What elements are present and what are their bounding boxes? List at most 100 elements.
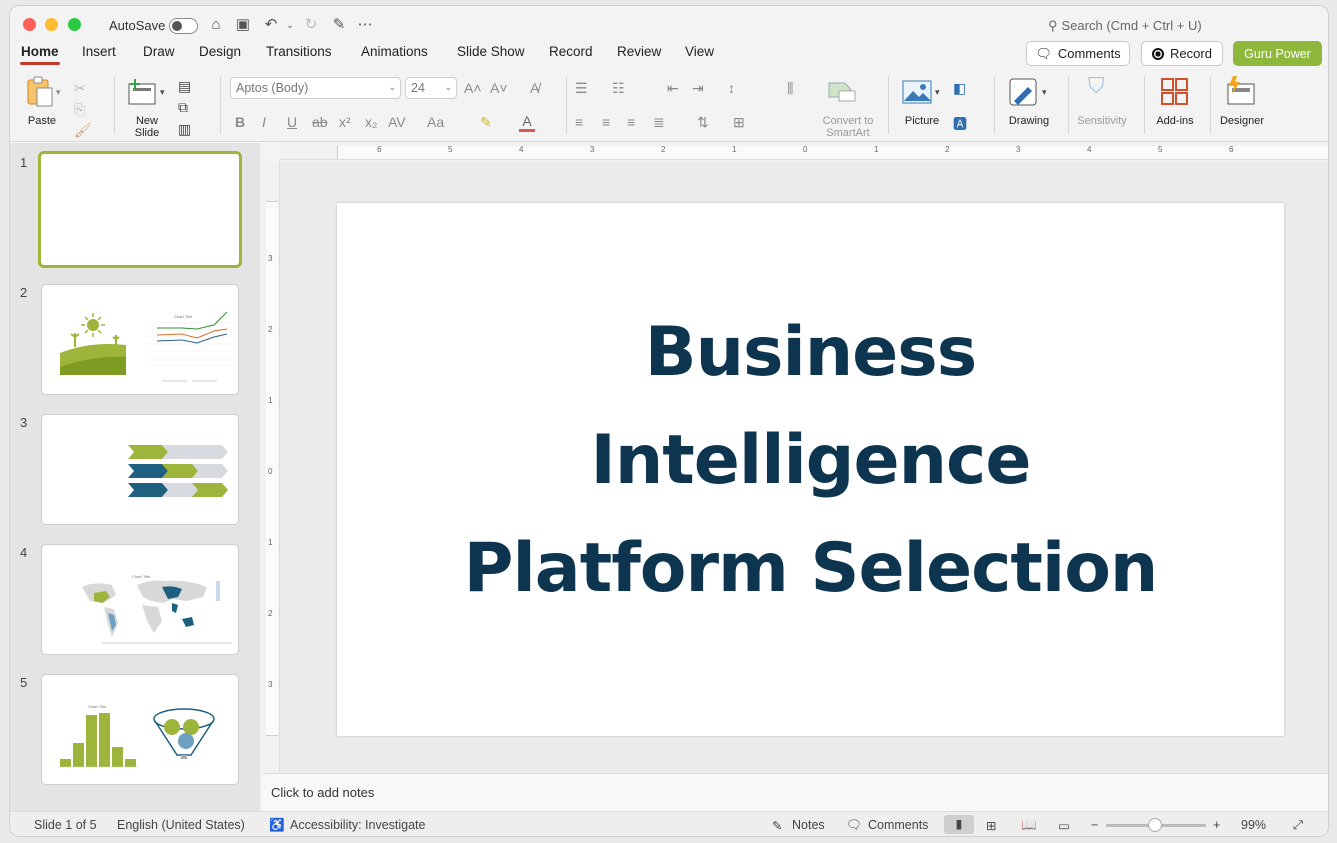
search-field[interactable]: ⚲ Search (Cmd + Ctrl + U) (1048, 18, 1202, 34)
paste-icon[interactable] (26, 76, 53, 108)
tab-review[interactable]: Review (617, 44, 661, 59)
reset-icon[interactable]: ⧉ (178, 99, 188, 115)
change-case-icon[interactable]: Aa (427, 114, 444, 130)
underline-icon[interactable]: U (287, 114, 297, 130)
shrink-font-icon[interactable]: A˅ (490, 80, 508, 96)
bold-icon[interactable]: B (235, 114, 245, 130)
subscript-icon[interactable]: x₂ (365, 114, 377, 130)
fit-to-window-icon[interactable]: ⤢ (1293, 818, 1303, 833)
highlight-icon[interactable]: ✎ (480, 114, 492, 130)
tab-slide-show[interactable]: Slide Show (457, 44, 525, 59)
customize-icon[interactable]: ✎ (330, 16, 348, 34)
record-button[interactable]: Record (1141, 41, 1223, 66)
autosave-toggle[interactable] (169, 18, 198, 34)
slide-title-line-2[interactable]: Intelligence (337, 421, 1284, 500)
sensitivity-label[interactable]: Sensitivity (1072, 115, 1132, 127)
character-spacing-icon[interactable]: AV (388, 114, 406, 130)
drawing-icon[interactable] (1008, 77, 1040, 114)
slide-thumbnail-5[interactable]: Chart Title (41, 674, 239, 785)
tab-view[interactable]: View (685, 44, 714, 59)
save-icon[interactable]: ▣ (234, 16, 252, 34)
smartart-icon[interactable] (827, 79, 857, 108)
current-slide[interactable]: Business Intelligence Platform Selection (337, 203, 1284, 736)
tab-home[interactable]: Home (20, 44, 60, 65)
slide-thumbnail-4[interactable]: Chart Title (41, 544, 239, 655)
tab-transitions[interactable]: Transitions (266, 44, 332, 59)
comments-button[interactable]: 🗨 Comments (1026, 41, 1130, 66)
designer-icon[interactable] (1225, 76, 1257, 111)
align-center-icon[interactable]: ≡ (602, 114, 610, 130)
normal-view-icon[interactable]: ▮ (944, 815, 974, 834)
numbering-icon[interactable]: ☷ (612, 80, 625, 96)
decrease-indent-icon[interactable]: ⇤ (667, 80, 679, 96)
accessibility-icon[interactable]: ♿ (269, 818, 285, 833)
slide-thumbnail-1[interactable] (38, 151, 242, 268)
clear-formatting-icon[interactable]: A̸ (530, 80, 539, 96)
columns-icon[interactable]: ⫼ (787, 80, 793, 96)
new-slide-dropdown-icon[interactable]: ▾ (160, 84, 165, 100)
drawing-dropdown-icon[interactable]: ▾ (1042, 84, 1047, 100)
undo-icon[interactable]: ↶ (262, 16, 280, 34)
align-left-icon[interactable]: ≡ (575, 114, 583, 130)
font-size-select[interactable]: 24 ⌄ (405, 77, 457, 99)
grow-font-icon[interactable]: A˄ (464, 80, 482, 96)
tab-insert[interactable]: Insert (82, 44, 116, 59)
redo-icon[interactable]: ↻ (302, 16, 320, 34)
notes-toggle[interactable]: Notes (792, 818, 825, 832)
zoom-slider-thumb[interactable] (1148, 818, 1162, 832)
picture-icon[interactable] (902, 80, 932, 109)
slide-title-line-3[interactable]: Platform Selection (337, 529, 1284, 608)
line-spacing-icon[interactable]: ↕ (728, 80, 735, 96)
copy-icon[interactable]: ⎘ (74, 101, 85, 117)
section-icon[interactable]: ▥ (178, 121, 191, 137)
align-text-icon[interactable]: ⊞ (733, 114, 745, 130)
picture-dropdown-icon[interactable]: ▾ (935, 84, 940, 100)
accessibility-status[interactable]: Accessibility: Investigate (290, 818, 425, 832)
reading-view-icon[interactable]: 📖 (1021, 818, 1037, 833)
comments-toggle[interactable]: Comments (868, 818, 928, 832)
more-icon[interactable]: ⋯ (356, 16, 374, 34)
zoom-out-icon[interactable]: − (1091, 818, 1098, 832)
slide-thumbnail-2[interactable]: Chart Title (41, 284, 239, 395)
undo-dropdown-icon[interactable]: ⌄ (281, 16, 299, 34)
text-box-icon[interactable]: 🅰 (953, 116, 967, 132)
tab-draw[interactable]: Draw (143, 44, 175, 59)
tab-animations[interactable]: Animations (361, 44, 428, 59)
font-color-icon[interactable]: A (519, 113, 535, 132)
font-name-select[interactable]: Aptos (Body) ⌄ (230, 77, 401, 99)
format-painter-icon[interactable]: 🖌 (74, 122, 92, 138)
comment-icon[interactable]: 🗨 (846, 818, 862, 833)
sensitivity-icon[interactable]: ⛉ (1088, 75, 1105, 97)
justify-icon[interactable]: ≣ (653, 114, 665, 130)
new-slide-icon[interactable] (127, 78, 159, 111)
cut-icon[interactable]: ✂ (74, 80, 86, 96)
bullets-icon[interactable]: ☰ (575, 80, 588, 96)
increase-indent-icon[interactable]: ⇥ (692, 80, 704, 96)
convert-smartart-label[interactable]: Convert to SmartArt (815, 115, 881, 139)
superscript-icon[interactable]: x² (339, 114, 351, 130)
slide-thumbnail-pane[interactable]: 1 2 Chart Title 3 4 Chart Title 5 Chart … (10, 143, 260, 811)
tab-design[interactable]: Design (199, 44, 241, 59)
italic-icon[interactable]: I (262, 114, 266, 130)
close-window-button[interactable] (23, 18, 36, 31)
zoom-window-button[interactable] (68, 18, 81, 31)
align-right-icon[interactable]: ≡ (627, 114, 635, 130)
notes-pane[interactable]: Click to add notes (263, 773, 1328, 811)
minimize-window-button[interactable] (45, 18, 58, 31)
slide-title-line-1[interactable]: Business (337, 313, 1284, 392)
add-ins-icon[interactable] (1160, 77, 1190, 112)
zoom-level[interactable]: 99% (1241, 818, 1266, 832)
home-icon[interactable]: ⌂ (207, 16, 225, 34)
presenter-view-icon[interactable]: ▭ (1058, 818, 1070, 833)
slide-sorter-icon[interactable]: ⊞ (986, 818, 996, 833)
paste-dropdown-icon[interactable]: ▾ (56, 84, 61, 100)
guru-power-button[interactable]: Guru Power (1233, 41, 1322, 66)
text-direction-icon[interactable]: ⇅ (697, 114, 709, 130)
layout-icon[interactable]: ▤ (178, 78, 191, 94)
notes-icon[interactable]: ✎ (772, 818, 782, 833)
zoom-in-icon[interactable]: + (1213, 818, 1220, 832)
shapes-icon[interactable]: ◧ (953, 80, 966, 96)
slide-thumbnail-3[interactable] (41, 414, 239, 525)
tab-record[interactable]: Record (549, 44, 593, 59)
language-status[interactable]: English (United States) (117, 818, 245, 832)
